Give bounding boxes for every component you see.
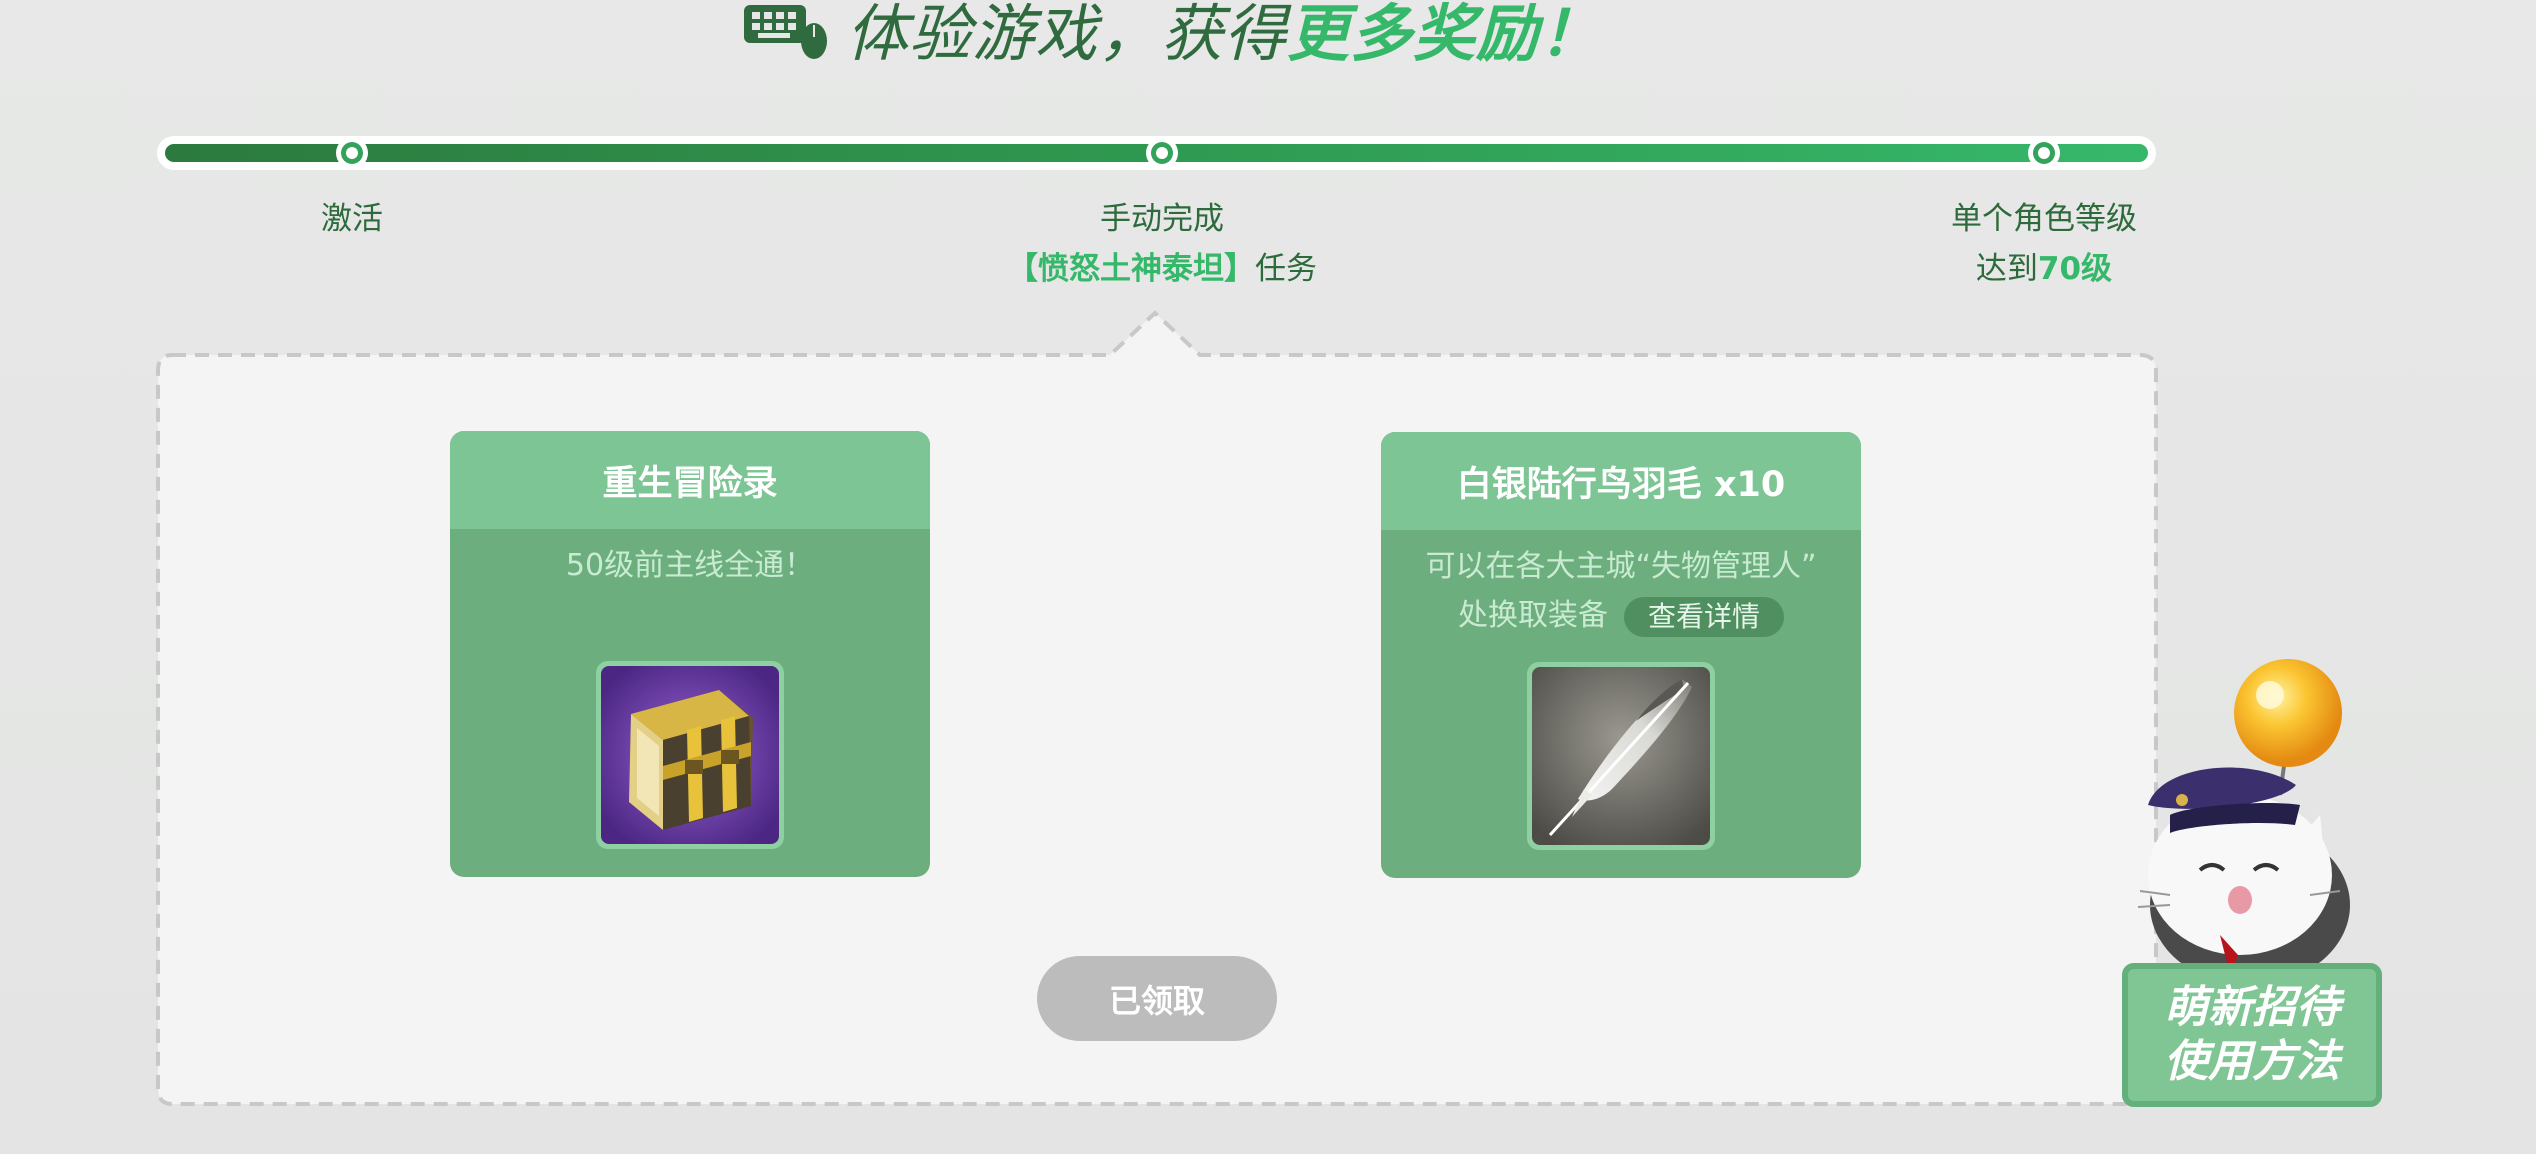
level-prefix: 达到 [1975,251,2038,287]
milestone-node-quest [1146,137,1178,169]
reward-description-line: 处换取装备 [1457,598,1608,633]
heading-text: 体验游戏，获得 [846,0,1288,70]
guide-label-line: 萌新招待 [2164,982,2340,1033]
section-heading: 体验游戏，获得 更多奖励！ [742,0,1602,70]
milestone-label: 激活 [321,201,383,237]
milestone-activate: 激活 [252,194,452,244]
guide-label-line: 使用方法 [2164,1036,2340,1087]
reward-card-adventure-book: 重生冒险录 50级前主线全通！ [450,431,930,877]
milestone-node-activate [336,137,368,169]
reward-title: 白银陆行鸟羽毛 x10 [1381,432,1861,530]
heading-highlight: 更多奖励！ [1287,0,1603,70]
reward-title: 重生冒险录 [450,431,930,529]
adventure-book-icon [601,666,779,844]
reward-description: 50级前主线全通！ [565,548,815,583]
level-value: 70级 [2037,251,2113,287]
silver-feather-icon [1532,667,1710,845]
view-details-button[interactable]: 查看详情 [1623,596,1784,637]
milestone-label: 手动完成 [1100,201,1224,237]
claimed-button[interactable]: 已领取 [1037,956,1277,1041]
reward-description: 可以在各大主城“失物管理人” 处换取装备 查看详情 [1381,542,1861,640]
newbie-guide-button[interactable]: 萌新招待 使用方法 [2122,963,2382,1107]
milestone-quest: 手动完成 【愤怒土神泰坦】任务 [912,194,1412,294]
quest-suffix: 任务 [1255,251,1317,287]
quest-name: 【愤怒土神泰坦】 [1007,251,1255,287]
milestone-node-level [2028,137,2060,169]
milestone-label: 单个角色等级 [1951,201,2137,237]
reward-description-line: 可以在各大主城“失物管理人” [1425,549,1817,584]
keyboard-mouse-icon [744,5,827,59]
reward-item[interactable] [596,661,784,849]
guide-label: 萌新招待 使用方法 [2142,981,2362,1089]
reward-card-silver-feather: 白银陆行鸟羽毛 x10 可以在各大主城“失物管理人” 处换取装备 查看详情 [1381,432,1861,878]
milestone-level: 单个角色等级 达到70级 [1894,194,2194,294]
moogle-mascot-icon [2137,659,2350,985]
reward-item[interactable] [1527,662,1715,850]
